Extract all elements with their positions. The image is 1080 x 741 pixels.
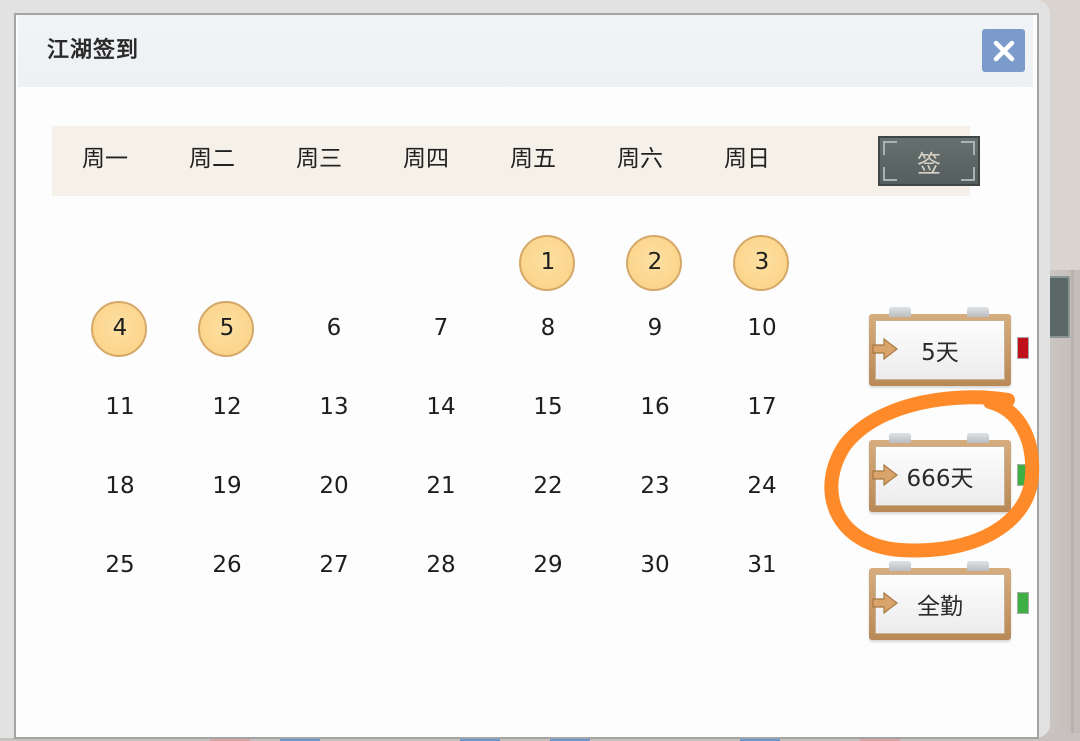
calendar-day[interactable]: 10 bbox=[732, 300, 792, 360]
day-number: 14 bbox=[426, 394, 456, 420]
calendar-day[interactable]: 13 bbox=[304, 379, 364, 439]
calendar-day[interactable]: 28 bbox=[411, 537, 471, 597]
day-number: 21 bbox=[426, 473, 456, 499]
calendar-day[interactable]: 27 bbox=[304, 537, 364, 597]
calendar-day[interactable]: 8 bbox=[518, 300, 578, 360]
calendar-day[interactable]: 11 bbox=[90, 379, 150, 439]
day-number: 18 bbox=[105, 473, 135, 499]
calendar-day[interactable]: 20 bbox=[304, 458, 364, 518]
calendar-day-signed[interactable]: 1 bbox=[518, 234, 578, 294]
calendar-day[interactable]: 19 bbox=[197, 458, 257, 518]
day-number: 26 bbox=[212, 552, 242, 578]
calendar-day[interactable]: 21 bbox=[411, 458, 471, 518]
calendar-day[interactable]: 24 bbox=[732, 458, 792, 518]
calendar-day[interactable]: 31 bbox=[732, 537, 792, 597]
day-number: 28 bbox=[426, 552, 456, 578]
calendar-day[interactable]: 15 bbox=[518, 379, 578, 439]
day-number: 4 bbox=[112, 315, 128, 341]
day-number: 10 bbox=[747, 315, 777, 341]
day-number: 22 bbox=[533, 473, 563, 499]
calendar-day[interactable]: 26 bbox=[197, 537, 257, 597]
calendar-day-signed[interactable]: 2 bbox=[625, 234, 685, 294]
day-number: 24 bbox=[747, 473, 777, 499]
day-number: 12 bbox=[212, 394, 242, 420]
calendar-day[interactable]: 18 bbox=[90, 458, 150, 518]
day-number: 31 bbox=[747, 552, 777, 578]
day-number: 17 bbox=[747, 394, 777, 420]
day-number: 5 bbox=[219, 315, 235, 341]
day-number: 7 bbox=[433, 315, 449, 341]
day-number: 16 bbox=[640, 394, 670, 420]
calendar-day[interactable]: 29 bbox=[518, 537, 578, 597]
calendar-day[interactable]: 23 bbox=[625, 458, 685, 518]
day-number: 29 bbox=[533, 552, 563, 578]
day-number: 25 bbox=[105, 552, 135, 578]
calendar-day[interactable]: 25 bbox=[90, 537, 150, 597]
day-number: 3 bbox=[754, 249, 770, 275]
day-number: 2 bbox=[647, 249, 663, 275]
day-number: 23 bbox=[640, 473, 670, 499]
calendar-day-signed[interactable]: 3 bbox=[732, 234, 792, 294]
day-number: 6 bbox=[326, 315, 342, 341]
calendar-day[interactable]: 30 bbox=[625, 537, 685, 597]
calendar-day[interactable]: 7 bbox=[411, 300, 471, 360]
calendar-day[interactable]: 12 bbox=[197, 379, 257, 439]
day-number: 8 bbox=[540, 315, 556, 341]
calendar-day-signed[interactable]: 4 bbox=[90, 300, 150, 360]
calendar-day[interactable]: 22 bbox=[518, 458, 578, 518]
calendar-day[interactable]: 16 bbox=[625, 379, 685, 439]
day-number: 20 bbox=[319, 473, 349, 499]
day-number: 27 bbox=[319, 552, 349, 578]
day-number: 11 bbox=[105, 394, 135, 420]
day-number: 15 bbox=[533, 394, 563, 420]
day-number: 19 bbox=[212, 473, 242, 499]
calendar-day[interactable]: 14 bbox=[411, 379, 471, 439]
calendar-day[interactable]: 17 bbox=[732, 379, 792, 439]
day-number: 9 bbox=[647, 315, 663, 341]
day-number: 13 bbox=[319, 394, 349, 420]
calendar-day-signed[interactable]: 5 bbox=[197, 300, 257, 360]
calendar-grid: 1 2 3 4 5 6 7 8 9 10 11 12 13 14 15 16 17 18 19 20 21 22 23 24 2… bbox=[0, 0, 1080, 741]
day-number: 30 bbox=[640, 552, 670, 578]
calendar-day[interactable]: 9 bbox=[625, 300, 685, 360]
day-number: 1 bbox=[540, 249, 556, 275]
calendar-day[interactable]: 6 bbox=[304, 300, 364, 360]
